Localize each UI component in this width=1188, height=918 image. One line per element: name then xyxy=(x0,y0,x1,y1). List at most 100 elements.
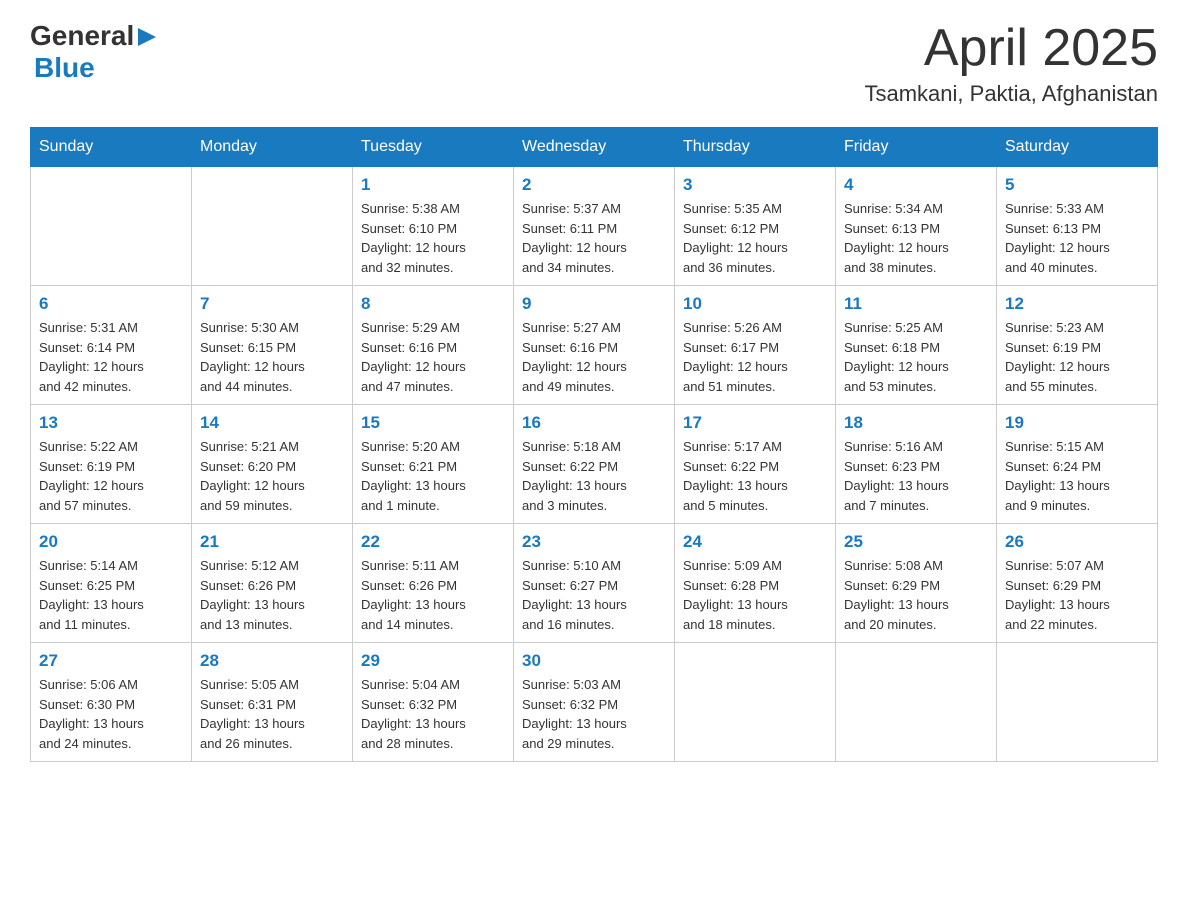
table-row: 2Sunrise: 5:37 AMSunset: 6:11 PMDaylight… xyxy=(514,167,675,286)
day-info: Sunrise: 5:25 AMSunset: 6:18 PMDaylight:… xyxy=(844,318,988,396)
calendar-header-row: Sunday Monday Tuesday Wednesday Thursday… xyxy=(31,128,1158,167)
table-row: 6 Sunrise: 5:31 AMSunset: 6:14 PMDaylight… xyxy=(31,286,192,405)
day-number: 7 xyxy=(200,294,344,314)
day-number: 26 xyxy=(1005,532,1149,552)
day-number: 6 xyxy=(39,294,183,314)
day-info: Sunrise: 5:35 AMSunset: 6:12 PMDaylight:… xyxy=(683,199,827,277)
col-friday: Friday xyxy=(836,128,997,167)
day-number: 14 xyxy=(200,413,344,433)
day-info: Sunrise: 5:29 AMSunset: 6:16 PMDaylight:… xyxy=(361,318,505,396)
day-info: Sunrise: 5:33 AMSunset: 6:13 PMDaylight:… xyxy=(1005,199,1149,277)
col-tuesday: Tuesday xyxy=(353,128,514,167)
table-row: 16 Sunrise: 5:18 AMSunset: 6:22 PMDayligh… xyxy=(514,405,675,524)
col-sunday: Sunday xyxy=(31,128,192,167)
day-number: 23 xyxy=(522,532,666,552)
table-row: 10Sunrise: 5:26 AMSunset: 6:17 PMDayligh… xyxy=(675,286,836,405)
day-info: Sunrise: 5:06 AMSunset: 6:30 PMDaylight:… xyxy=(39,675,183,753)
day-number: 15 xyxy=(361,413,505,433)
logo: General Blue xyxy=(30,20,158,84)
day-number: 30 xyxy=(522,651,666,671)
day-info: Sunrise: 5:27 AMSunset: 6:16 PMDaylight:… xyxy=(522,318,666,396)
day-number: 25 xyxy=(844,532,988,552)
table-row: 1 Sunrise: 5:38 AMSunset: 6:10 PMDaylight… xyxy=(353,167,514,286)
day-info: Sunrise: 5:31 AMSunset: 6:14 PMDaylight:… xyxy=(39,318,183,396)
logo-triangle-icon xyxy=(136,26,158,48)
day-number: 8 xyxy=(361,294,505,314)
day-info: Sunrise: 5:18 AMSunset: 6:22 PMDaylight:… xyxy=(522,437,666,515)
table-row: 3Sunrise: 5:35 AMSunset: 6:12 PMDaylight… xyxy=(675,167,836,286)
day-number: 5 xyxy=(1005,175,1149,195)
day-info: Sunrise: 5:12 AMSunset: 6:26 PMDaylight:… xyxy=(200,556,344,634)
day-info: Sunrise: 5:34 AMSunset: 6:13 PMDaylight:… xyxy=(844,199,988,277)
table-row: 25 Sunrise: 5:08 AMSunset: 6:29 PMDayligh… xyxy=(836,524,997,643)
table-row xyxy=(836,643,997,762)
day-info: Sunrise: 5:08 AMSunset: 6:29 PMDaylight:… xyxy=(844,556,988,634)
calendar-week-row: 1 Sunrise: 5:38 AMSunset: 6:10 PMDaylight… xyxy=(31,167,1158,286)
col-wednesday: Wednesday xyxy=(514,128,675,167)
table-row: 7 Sunrise: 5:30 AMSunset: 6:15 PMDaylight… xyxy=(192,286,353,405)
day-number: 1 xyxy=(361,175,505,195)
table-row: 5 Sunrise: 5:33 AMSunset: 6:13 PMDaylight… xyxy=(997,167,1158,286)
calendar-title: April 2025 xyxy=(865,20,1159,77)
calendar-week-row: 13 Sunrise: 5:22 AMSunset: 6:19 PMDayligh… xyxy=(31,405,1158,524)
day-info: Sunrise: 5:09 AMSunset: 6:28 PMDaylight:… xyxy=(683,556,827,634)
page-header: General Blue April 2025 Tsamkani, Paktia… xyxy=(30,20,1158,107)
day-info: Sunrise: 5:22 AMSunset: 6:19 PMDaylight:… xyxy=(39,437,183,515)
table-row: 14 Sunrise: 5:21 AMSunset: 6:20 PMDayligh… xyxy=(192,405,353,524)
day-info: Sunrise: 5:21 AMSunset: 6:20 PMDaylight:… xyxy=(200,437,344,515)
day-number: 19 xyxy=(1005,413,1149,433)
table-row xyxy=(997,643,1158,762)
table-row: 27 Sunrise: 5:06 AMSunset: 6:30 PMDayligh… xyxy=(31,643,192,762)
day-number: 10 xyxy=(683,294,827,314)
day-number: 4 xyxy=(844,175,988,195)
calendar-table: Sunday Monday Tuesday Wednesday Thursday… xyxy=(30,127,1158,762)
day-number: 29 xyxy=(361,651,505,671)
day-info: Sunrise: 5:23 AMSunset: 6:19 PMDaylight:… xyxy=(1005,318,1149,396)
table-row: 26 Sunrise: 5:07 AMSunset: 6:29 PMDayligh… xyxy=(997,524,1158,643)
day-number: 24 xyxy=(683,532,827,552)
table-row: 12 Sunrise: 5:23 AMSunset: 6:19 PMDayligh… xyxy=(997,286,1158,405)
day-info: Sunrise: 5:38 AMSunset: 6:10 PMDaylight:… xyxy=(361,199,505,277)
day-info: Sunrise: 5:37 AMSunset: 6:11 PMDaylight:… xyxy=(522,199,666,277)
logo-blue-text: Blue xyxy=(34,52,95,84)
calendar-location: Tsamkani, Paktia, Afghanistan xyxy=(865,81,1159,107)
day-number: 11 xyxy=(844,294,988,314)
day-number: 22 xyxy=(361,532,505,552)
table-row: 4 Sunrise: 5:34 AMSunset: 6:13 PMDaylight… xyxy=(836,167,997,286)
day-info: Sunrise: 5:30 AMSunset: 6:15 PMDaylight:… xyxy=(200,318,344,396)
calendar-week-row: 27 Sunrise: 5:06 AMSunset: 6:30 PMDayligh… xyxy=(31,643,1158,762)
table-row xyxy=(192,167,353,286)
day-number: 13 xyxy=(39,413,183,433)
day-info: Sunrise: 5:14 AMSunset: 6:25 PMDaylight:… xyxy=(39,556,183,634)
table-row: 23Sunrise: 5:10 AMSunset: 6:27 PMDayligh… xyxy=(514,524,675,643)
calendar-week-row: 20 Sunrise: 5:14 AMSunset: 6:25 PMDayligh… xyxy=(31,524,1158,643)
day-number: 16 xyxy=(522,413,666,433)
table-row: 13 Sunrise: 5:22 AMSunset: 6:19 PMDayligh… xyxy=(31,405,192,524)
day-number: 12 xyxy=(1005,294,1149,314)
table-row: 8 Sunrise: 5:29 AMSunset: 6:16 PMDaylight… xyxy=(353,286,514,405)
day-number: 17 xyxy=(683,413,827,433)
day-info: Sunrise: 5:16 AMSunset: 6:23 PMDaylight:… xyxy=(844,437,988,515)
table-row xyxy=(675,643,836,762)
col-monday: Monday xyxy=(192,128,353,167)
table-row: 20 Sunrise: 5:14 AMSunset: 6:25 PMDayligh… xyxy=(31,524,192,643)
col-thursday: Thursday xyxy=(675,128,836,167)
day-info: Sunrise: 5:04 AMSunset: 6:32 PMDaylight:… xyxy=(361,675,505,753)
day-info: Sunrise: 5:17 AMSunset: 6:22 PMDaylight:… xyxy=(683,437,827,515)
day-info: Sunrise: 5:20 AMSunset: 6:21 PMDaylight:… xyxy=(361,437,505,515)
calendar-week-row: 6 Sunrise: 5:31 AMSunset: 6:14 PMDaylight… xyxy=(31,286,1158,405)
table-row: 18Sunrise: 5:16 AMSunset: 6:23 PMDayligh… xyxy=(836,405,997,524)
day-number: 28 xyxy=(200,651,344,671)
table-row: 24 Sunrise: 5:09 AMSunset: 6:28 PMDayligh… xyxy=(675,524,836,643)
day-number: 20 xyxy=(39,532,183,552)
table-row: 11 Sunrise: 5:25 AMSunset: 6:18 PMDayligh… xyxy=(836,286,997,405)
day-info: Sunrise: 5:15 AMSunset: 6:24 PMDaylight:… xyxy=(1005,437,1149,515)
table-row: 29 Sunrise: 5:04 AMSunset: 6:32 PMDayligh… xyxy=(353,643,514,762)
day-number: 27 xyxy=(39,651,183,671)
table-row xyxy=(31,167,192,286)
day-info: Sunrise: 5:03 AMSunset: 6:32 PMDaylight:… xyxy=(522,675,666,753)
table-row: 17 Sunrise: 5:17 AMSunset: 6:22 PMDayligh… xyxy=(675,405,836,524)
day-info: Sunrise: 5:07 AMSunset: 6:29 PMDaylight:… xyxy=(1005,556,1149,634)
logo-general-text: General xyxy=(30,20,134,52)
table-row: 28Sunrise: 5:05 AMSunset: 6:31 PMDayligh… xyxy=(192,643,353,762)
